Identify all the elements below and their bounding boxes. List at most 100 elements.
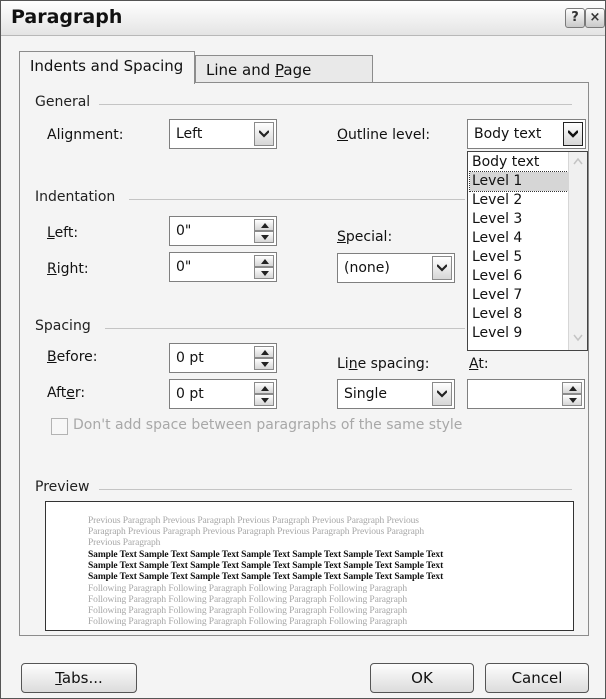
chevron-down-icon[interactable] xyxy=(432,382,452,406)
after-mnemonic: e xyxy=(66,385,75,401)
right-indent-label: Right: xyxy=(47,261,89,277)
preview-following-line: Following Paragraph Following Paragraph … xyxy=(88,606,408,616)
spacing-after-spinner[interactable]: 0 pt xyxy=(169,379,277,409)
tabs-rest: abs... xyxy=(61,669,103,687)
preview-following-line: Following Paragraph Following Paragraph … xyxy=(88,595,408,605)
spin-down-icon[interactable] xyxy=(254,358,274,370)
list-item[interactable]: Level 4 xyxy=(470,229,568,248)
indentation-divider xyxy=(129,199,465,200)
cancel-label: Cancel xyxy=(511,669,563,687)
preview-sample-line: Sample Text Sample Text Sample Text Samp… xyxy=(88,561,444,571)
after-prefix: Aft xyxy=(47,385,67,401)
paragraph-preview: Previous Paragraph Previous Paragraph Pr… xyxy=(45,501,574,631)
line-spacing-label: Line spacing: xyxy=(337,356,429,372)
alignment-value: Left xyxy=(176,126,203,142)
right-mnemonic: R xyxy=(47,261,57,277)
indentation-section-label: Indentation xyxy=(35,189,116,205)
dont-add-space-checkbox[interactable] xyxy=(51,418,68,435)
list-item[interactable]: Level 1 xyxy=(469,171,569,192)
before-label: Before: xyxy=(47,349,98,365)
list-item[interactable]: Level 3 xyxy=(470,210,568,229)
preview-previous-line: Previous Paragraph Previous Paragraph Pr… xyxy=(88,516,419,526)
at-spinner[interactable] xyxy=(467,379,585,409)
outline-level-value: Body text xyxy=(474,126,542,142)
spin-down-icon[interactable] xyxy=(254,394,274,406)
left-mnemonic: L xyxy=(47,225,55,241)
list-item[interactable]: Level 2 xyxy=(470,191,568,210)
line-spacing-prefix: Li xyxy=(337,356,349,372)
spacing-after-value: 0 pt xyxy=(176,386,204,402)
spacing-divider xyxy=(105,328,465,329)
left-indent-spinner[interactable]: 0" xyxy=(169,216,277,246)
special-value: (none) xyxy=(344,260,390,276)
ok-button[interactable]: OK xyxy=(370,663,474,693)
spin-up-icon[interactable] xyxy=(254,255,274,267)
spin-down-icon[interactable] xyxy=(562,394,582,406)
spin-down-icon[interactable] xyxy=(254,231,274,243)
outline-label-mnemonic: O xyxy=(337,127,349,143)
outline-level-select[interactable]: Body text xyxy=(467,119,586,149)
spin-down-icon[interactable] xyxy=(254,267,274,279)
general-section-label: General xyxy=(35,94,91,110)
preview-following-line: Following Paragraph Following Paragraph … xyxy=(88,617,408,627)
after-suffix: r: xyxy=(74,385,86,401)
spacing-before-spinner[interactable]: 0 pt xyxy=(169,343,277,373)
right-indent-value: 0" xyxy=(176,259,192,275)
preview-sample-line: Sample Text Sample Text Sample Text Samp… xyxy=(88,572,444,582)
chevron-down-icon[interactable] xyxy=(563,122,583,146)
scroll-arrows-icon xyxy=(573,157,583,342)
chevron-down-icon[interactable] xyxy=(254,122,274,146)
list-item[interactable]: Level 6 xyxy=(470,267,568,286)
outline-level-label: Outline level: xyxy=(337,127,430,143)
special-rest: pecial: xyxy=(345,229,393,245)
left-indent-label: Left: xyxy=(47,225,78,241)
line-spacing-value: Single xyxy=(344,386,388,402)
special-mnemonic: S xyxy=(337,229,346,245)
line-spacing-select[interactable]: Single xyxy=(337,379,455,409)
outline-level-dropdown-list[interactable]: Body text Level 1 Level 2 Level 3 Level … xyxy=(467,151,588,351)
line-spacing-mnemonic: n xyxy=(348,356,358,372)
cancel-button[interactable]: Cancel xyxy=(485,663,589,693)
right-rest: ight: xyxy=(56,261,89,277)
general-divider xyxy=(99,104,572,105)
list-item[interactable]: Level 5 xyxy=(470,248,568,267)
dropdown-scrollbar[interactable] xyxy=(568,152,587,350)
line-spacing-suffix: e spacing: xyxy=(357,356,430,372)
preview-following-line: Following Paragraph Following Paragraph … xyxy=(88,584,408,594)
preview-previous-line: Paragraph Previous Paragraph Previous Pa… xyxy=(88,527,425,537)
left-indent-value: 0" xyxy=(176,223,192,239)
left-rest: eft: xyxy=(54,225,79,241)
special-select[interactable]: (none) xyxy=(337,253,455,283)
spin-up-icon[interactable] xyxy=(562,382,582,394)
alignment-label: Alignment: xyxy=(47,127,124,143)
after-label: After: xyxy=(47,385,85,401)
preview-previous-line: Previous Paragraph xyxy=(88,538,161,548)
ok-label: OK xyxy=(411,669,433,687)
chevron-down-icon[interactable] xyxy=(432,256,452,280)
before-rest: efore: xyxy=(56,349,98,365)
spin-up-icon[interactable] xyxy=(254,219,274,231)
spin-up-icon[interactable] xyxy=(254,382,274,394)
list-item[interactable]: Level 8 xyxy=(470,305,568,324)
preview-section-label: Preview xyxy=(35,479,90,495)
spin-up-icon[interactable] xyxy=(254,346,274,358)
preview-divider xyxy=(99,489,572,490)
right-indent-spinner[interactable]: 0" xyxy=(169,252,277,282)
list-item[interactable]: Level 7 xyxy=(470,286,568,305)
spacing-before-value: 0 pt xyxy=(176,350,204,366)
at-mnemonic: A xyxy=(469,356,479,372)
tabs-mnemonic: T xyxy=(55,669,62,687)
preview-sample-line: Sample Text Sample Text Sample Text Samp… xyxy=(88,550,444,560)
outline-label-rest: utline level: xyxy=(348,127,431,143)
before-mnemonic: B xyxy=(47,349,57,365)
special-label: Special: xyxy=(337,229,392,245)
at-rest: t: xyxy=(478,356,489,372)
alignment-select[interactable]: Left xyxy=(169,119,277,149)
list-item[interactable]: Level 9 xyxy=(470,324,568,343)
list-item[interactable]: Body text xyxy=(470,153,568,172)
dont-add-space-label: Don't add space between paragraphs of th… xyxy=(73,417,463,433)
tabs-button[interactable]: Tabs... xyxy=(21,663,137,693)
paragraph-dialog: Paragraph ? × Indents and Spacing Line a… xyxy=(0,0,606,699)
spacing-section-label: Spacing xyxy=(35,318,91,334)
at-label: At: xyxy=(469,356,489,372)
